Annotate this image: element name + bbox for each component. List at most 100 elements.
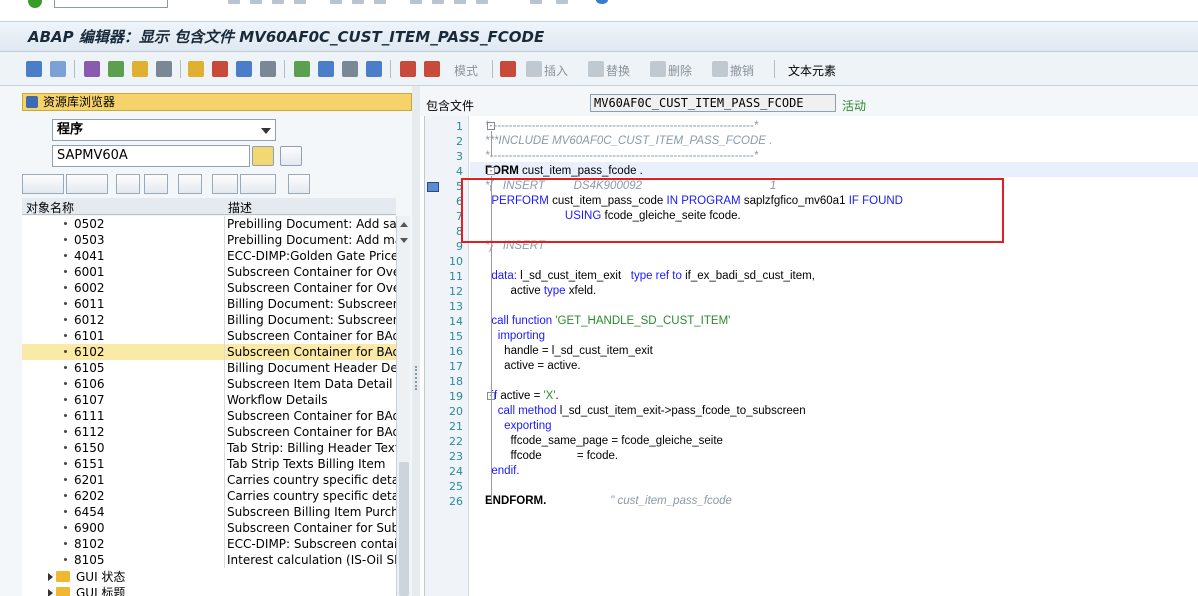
print-icon[interactable] (330, 0, 342, 4)
code-line[interactable]: call function 'GET_HANDLE_SD_CUST_ITEM' (485, 314, 730, 329)
tree-row[interactable]: 6201Carries country specific detail sc (22, 472, 396, 488)
tree-row[interactable]: 6202Carries country specific detail sc (22, 488, 396, 504)
new-session-icon[interactable] (530, 0, 542, 4)
help-icon[interactable] (596, 0, 608, 4)
tree-row[interactable]: 4041 ECC-DIMP:Golden Gate Price Pr (22, 248, 396, 264)
display-glasses-icon[interactable] (252, 146, 274, 166)
expand-all-icon[interactable] (116, 174, 140, 194)
code-line[interactable]: handle = l_sd_cust_item_exit (485, 344, 653, 359)
code-line[interactable]: exporting (485, 419, 551, 434)
replace-button[interactable]: 替换 (606, 62, 630, 79)
col-description[interactable]: 描述 (228, 199, 252, 216)
delete-button[interactable]: 删除 (668, 62, 692, 79)
tree-row[interactable]: 6105Billing Document Header Detail (22, 360, 396, 376)
forward-arrow-icon[interactable] (50, 61, 66, 77)
tree-row[interactable]: 6012Billing Document: Subscreen, G (22, 312, 396, 328)
scroll-thumb[interactable] (399, 462, 409, 596)
code-line[interactable]: active type xfeld. (485, 284, 597, 299)
prev-object-icon[interactable] (22, 174, 64, 194)
tree-row[interactable]: 0503Prebilling Document: Add manu (22, 232, 396, 248)
hierarchy-icon[interactable] (294, 61, 310, 77)
find-next-icon[interactable] (374, 0, 386, 4)
check-icon[interactable] (188, 61, 204, 77)
scroll-up-icon[interactable] (400, 222, 408, 227)
code-line[interactable]: ffcode_same_page = fcode_gleiche_seite (485, 434, 723, 449)
tree-row[interactable]: 6001Subscreen Container for Overvi (22, 264, 396, 280)
prev-page-icon[interactable] (432, 0, 444, 4)
code-line[interactable]: ENDFORM. " cust_item_pass_fcode (485, 494, 732, 509)
enhance-icon[interactable] (500, 61, 516, 77)
object-name-input[interactable]: SAPMV60A (52, 145, 250, 167)
undo-icon[interactable] (712, 61, 728, 77)
insert-button[interactable]: 插入 (544, 62, 568, 79)
code-line[interactable]: active = active. (485, 359, 580, 374)
code-line[interactable]: if active = 'X'. (485, 389, 558, 404)
refresh-object-icon[interactable] (280, 146, 302, 166)
tree-row[interactable]: 6106 Subscreen Item Data Detail (22, 376, 396, 392)
undo-button[interactable]: 撤销 (730, 62, 754, 79)
tree-row[interactable]: 6011Billing Document: Subscreen, G (22, 296, 396, 312)
collapse-all-icon[interactable] (144, 174, 168, 194)
object-list-icon[interactable] (318, 61, 334, 77)
pattern-button[interactable]: 模式 (454, 62, 478, 79)
replace-icon[interactable] (588, 61, 604, 77)
info-icon[interactable] (366, 61, 382, 77)
tree-row[interactable]: 8105 Interest calculation (IS-Oil SDP (22, 552, 396, 568)
binoculars-icon[interactable] (178, 174, 202, 194)
code-line[interactable]: *---------------------------------------… (485, 149, 758, 164)
fold-toggle-icon[interactable]: - (487, 167, 495, 175)
cancel-icon[interactable] (294, 0, 306, 4)
tree-row-selected[interactable]: 6102 Subscreen Container for BAdI L (22, 344, 396, 360)
fold-toggle-icon[interactable]: - (487, 122, 495, 130)
next-page-icon[interactable] (454, 0, 466, 4)
find-icon[interactable] (352, 0, 364, 4)
panel-splitter[interactable] (412, 86, 420, 596)
display-change-icon[interactable] (84, 61, 100, 77)
tree-row[interactable]: 6150 Tab Strip: Billing Header Texts (22, 440, 396, 456)
command-field[interactable] (54, 0, 168, 8)
tree-folder-gui-title[interactable]: GUI 标题 (22, 585, 396, 596)
tree-folder-gui-status[interactable]: GUI 状态 (22, 569, 396, 585)
object-tree-icon[interactable] (212, 174, 238, 194)
next-object-icon[interactable] (66, 174, 108, 194)
col-object-name[interactable]: 对象名称 (26, 199, 74, 216)
repository-browser-header[interactable]: 资源库浏览器 (22, 93, 412, 111)
bookmark-icon[interactable] (427, 182, 439, 192)
tree-row[interactable]: 0502 Prebilling Document: Add sales (22, 216, 396, 232)
tree-row[interactable]: 6111 Subscreen Container for BAdI L (22, 408, 396, 424)
favorites-star-icon[interactable] (240, 174, 276, 194)
scroll-down-icon[interactable] (400, 238, 408, 243)
code-line[interactable]: data: l_sd_cust_item_exit type ref to if… (485, 269, 814, 284)
text-elements-button[interactable]: 文本元素 (788, 62, 836, 79)
navigate-icon[interactable] (260, 61, 276, 77)
back-arrow-icon[interactable] (26, 61, 42, 77)
activate-icon[interactable] (212, 61, 228, 77)
object-type-dropdown[interactable]: 程序 (52, 119, 276, 141)
code-line[interactable]: *---------------------------------------… (485, 119, 758, 134)
tree-row[interactable]: 6112 Subscreen Container for BAdI L (22, 424, 396, 440)
display-list-icon[interactable] (342, 61, 358, 77)
tree-scrollbar[interactable] (396, 216, 410, 596)
delete-icon[interactable] (650, 61, 666, 77)
insert-icon[interactable] (526, 61, 542, 77)
other-object-icon[interactable] (132, 61, 148, 77)
save-icon[interactable] (228, 0, 240, 4)
first-page-icon[interactable] (410, 0, 422, 4)
last-page-icon[interactable] (476, 0, 488, 4)
code-line[interactable]: ***INCLUDE MV60AF0C_CUST_ITEM_PASS_FCODE… (485, 134, 772, 149)
tree-row[interactable]: 6900Subscreen Container for Subscr (22, 520, 396, 536)
breakpoint-icon[interactable] (400, 61, 416, 77)
code-line[interactable]: importing (485, 329, 545, 344)
tree-row[interactable]: 6454Subscreen Billing Item Purchasin (22, 504, 396, 520)
tree-row[interactable]: 8102ECC-DIMP: Subscreen container (22, 536, 396, 552)
refresh-tree-icon[interactable] (288, 174, 310, 194)
code-line[interactable]: call method l_sd_cust_item_exit->pass_fc… (485, 404, 806, 419)
test-icon[interactable] (236, 61, 252, 77)
code-line[interactable]: FORM cust_item_pass_fcode . (485, 164, 643, 179)
tree-row[interactable]: 6002Subscreen Container for Overvi (22, 280, 396, 296)
shortcut-icon[interactable] (556, 0, 568, 4)
code-line[interactable]: ffcode = fcode. (485, 449, 619, 464)
enter-icon[interactable] (28, 0, 42, 8)
tree-row[interactable]: 6107 Workflow Details (22, 392, 396, 408)
stop-icon[interactable] (424, 61, 440, 77)
